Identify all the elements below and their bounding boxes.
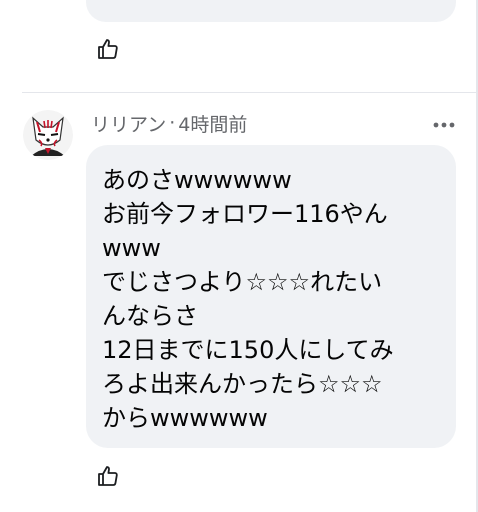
avatar[interactable] bbox=[23, 110, 73, 160]
more-options-button[interactable] bbox=[432, 112, 456, 132]
previous-comment-bubble bbox=[86, 0, 456, 22]
thumbs-up-icon bbox=[96, 464, 120, 492]
avatar-image bbox=[23, 110, 73, 160]
comment-text-line: ろよ出来んかったら☆☆☆ bbox=[102, 370, 383, 398]
comment-text-line: からwwwwww bbox=[102, 404, 268, 432]
comment-text-line: あのさwwwwww bbox=[102, 166, 292, 194]
comment-like-button[interactable] bbox=[95, 465, 121, 491]
comment-bubble: あのさwwwwww お前今フォロワー116やん www でじさつより☆☆☆れたい… bbox=[86, 145, 456, 448]
thumbs-up-icon bbox=[96, 37, 120, 65]
comment-text-line: んならさ bbox=[102, 302, 198, 330]
more-horizontal-icon bbox=[433, 113, 455, 132]
comment-timestamp[interactable]: 4時間前 bbox=[178, 110, 247, 137]
comment-meta: リリアン · 4時間前 bbox=[91, 110, 247, 136]
comment-divider bbox=[22, 92, 478, 93]
comment-text-line: お前今フォロワー116やん bbox=[102, 200, 388, 228]
comment-text-line: でじさつより☆☆☆れたい bbox=[102, 268, 383, 296]
comment-text-line: www bbox=[102, 234, 161, 262]
author-name[interactable]: リリアン bbox=[91, 110, 166, 137]
meta-separator: · bbox=[169, 112, 176, 134]
comment-text-line: 12日までに150人にしてみ bbox=[102, 336, 394, 364]
previous-comment-like-button[interactable] bbox=[95, 38, 121, 64]
